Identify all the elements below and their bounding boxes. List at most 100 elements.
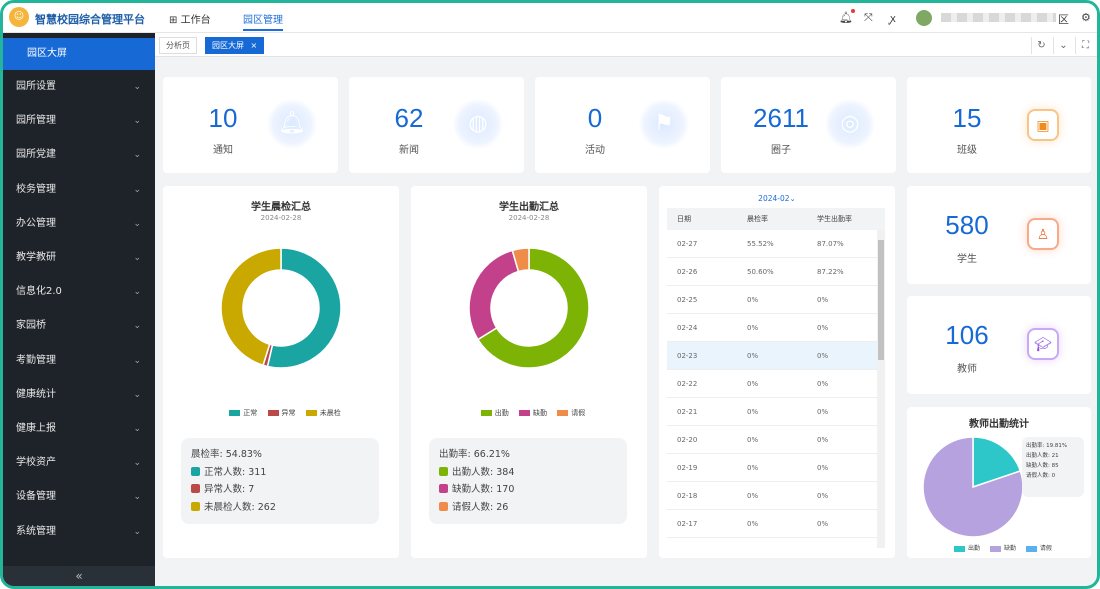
compass-icon: ◎ bbox=[825, 99, 875, 149]
grid-icon: ⊞ bbox=[169, 15, 178, 26]
notification-bell-icon[interactable]: 🔔︎ bbox=[839, 11, 853, 24]
sidebar-item[interactable]: 系统管理 ⌄ bbox=[3, 515, 155, 549]
summary-rate: 出勤率: 66.21% bbox=[439, 446, 617, 464]
stat-label: 新闻 bbox=[399, 145, 419, 156]
stat-card-student[interactable]: 580 学生 ♙ bbox=[907, 186, 1091, 284]
notification-dot bbox=[851, 9, 855, 13]
stat-card-class[interactable]: 15 班级 ▣ bbox=[907, 77, 1091, 173]
topnav-workbench[interactable]: ⊞ 工作台 bbox=[169, 11, 211, 26]
morning-check-donut-chart bbox=[220, 247, 342, 369]
avatar[interactable] bbox=[916, 10, 932, 26]
topnav-park-management[interactable]: 园区管理 bbox=[243, 11, 283, 31]
table-cell: 0% bbox=[817, 408, 829, 416]
table-cell: 0% bbox=[747, 408, 759, 416]
table-row[interactable]: 02-19 0% 0% bbox=[667, 454, 885, 482]
table-row[interactable]: 02-23 0% 0% bbox=[667, 342, 885, 370]
sidebar-item-label: 健康统计 bbox=[16, 388, 56, 400]
legend-label: 缺勤 bbox=[533, 409, 547, 417]
sidebar-item[interactable]: 校务管理 ⌄ bbox=[3, 173, 155, 207]
sidebar-item[interactable]: 教学教研 ⌄ bbox=[3, 241, 155, 275]
table-cell: 0% bbox=[747, 436, 759, 444]
table-row[interactable]: 02-27 55.52% 87.07% bbox=[667, 230, 885, 258]
sidebar-item[interactable]: 园所管理 ⌄ bbox=[3, 104, 155, 138]
sidebar-item[interactable]: 设备管理 ⌄ bbox=[3, 480, 155, 514]
chevron-down-icon: ⌄ bbox=[133, 321, 141, 332]
table-row[interactable]: 02-20 0% 0% bbox=[667, 426, 885, 454]
column-header-check-rate: 晨检率 bbox=[747, 215, 768, 223]
username-suffix: 区 bbox=[1058, 13, 1069, 26]
sidebar-item[interactable]: 健康统计 ⌄ bbox=[3, 378, 155, 412]
table-cell: 0% bbox=[747, 352, 759, 360]
sidebar-item[interactable]: 考勤管理 ⌄ bbox=[3, 344, 155, 378]
stat-card-notice[interactable]: 10 通知 🔔︎ bbox=[163, 77, 338, 173]
tab-bar: 分析页 园区大屏 × ↻ ⌄ ⛶ bbox=[155, 33, 1097, 57]
settings-gear-icon[interactable]: ⚙ bbox=[1081, 11, 1091, 24]
pie-slice-缺勤[interactable] bbox=[468, 249, 520, 341]
sidebar-item-label: 家园桥 bbox=[16, 320, 46, 332]
table-row[interactable]: 02-25 0% 0% bbox=[667, 286, 885, 314]
summary-row-label: 异常人数: bbox=[204, 484, 246, 495]
summary-row-label: 未晨检人数: bbox=[204, 501, 255, 513]
legend-label: 异常 bbox=[281, 409, 296, 417]
chevron-down-icon[interactable]: ⌄ bbox=[1053, 37, 1073, 54]
chevron-down-icon: ⌄ bbox=[133, 116, 141, 127]
table-cell: 0% bbox=[747, 492, 759, 500]
sidebar-item[interactable]: 园所党建 ⌄ bbox=[3, 138, 155, 172]
legend-swatch bbox=[480, 410, 492, 416]
sidebar-item-label: 考勤管理 bbox=[16, 354, 56, 366]
table-cell: 02-20 bbox=[677, 436, 698, 444]
stat-card-circle[interactable]: 2611 圈子 ◎ bbox=[721, 77, 896, 173]
table-row[interactable]: 02-24 0% 0% bbox=[667, 314, 885, 342]
month-picker-value: 2024-02 bbox=[758, 194, 790, 203]
collapse-sidebar-button[interactable]: « bbox=[3, 566, 155, 586]
username-masked bbox=[941, 13, 1056, 22]
scrollbar-thumb[interactable] bbox=[878, 240, 884, 360]
student-icon: ♙ bbox=[1027, 218, 1059, 250]
class-icon: ▣ bbox=[1027, 109, 1059, 141]
legend-label: 出勤 bbox=[968, 545, 981, 552]
table-cell: 02-22 bbox=[677, 380, 698, 388]
tab-close-icon[interactable]: × bbox=[251, 41, 258, 50]
table-cell: 02-19 bbox=[677, 464, 698, 472]
table-row[interactable]: 02-18 0% 0% bbox=[667, 482, 885, 510]
sidebar-item-label: 园所管理 bbox=[16, 115, 56, 127]
sidebar-item-park-screen[interactable]: 园区大屏 bbox=[3, 38, 155, 70]
legend-swatch bbox=[1025, 545, 1037, 552]
morning-check-summary: 晨检率: 54.83% 正常人数: 311 异常人数: 7 未晨检人数: 262 bbox=[181, 438, 379, 524]
table-row[interactable]: 02-26 50.60% 87.22% bbox=[667, 258, 885, 286]
stat-card-teacher[interactable]: 106 教师 🎓︎ bbox=[907, 296, 1091, 394]
legend-swatch bbox=[557, 410, 569, 416]
sidebar-item[interactable]: 学校资产 ⌄ bbox=[3, 446, 155, 480]
sidebar-item[interactable]: 信息化2.0 ⌄ bbox=[3, 275, 155, 309]
tab-analysis[interactable]: 分析页 bbox=[159, 37, 197, 54]
stat-label: 活动 bbox=[585, 145, 605, 156]
teacher-attendance-card: 教师出勤统计 出勤率: 19.81% 出勤人数: 21 缺勤人数: 85 请假人… bbox=[907, 407, 1091, 558]
sidebar-item[interactable]: 健康上报 ⌄ bbox=[3, 412, 155, 446]
table-row[interactable]: 02-21 0% 0% bbox=[667, 398, 885, 426]
flag-icon: ⚑ bbox=[639, 99, 689, 149]
summary-row-value: 384 bbox=[496, 466, 515, 478]
summary-rate-value: 66.21% bbox=[473, 449, 510, 460]
translate-icon[interactable]: ꭙ bbox=[890, 11, 896, 26]
refresh-icon[interactable]: ↻ bbox=[1031, 37, 1051, 54]
table-row[interactable]: 02-17 0% 0% bbox=[667, 510, 885, 538]
tab-park-screen[interactable]: 园区大屏 × bbox=[205, 37, 265, 54]
table-row[interactable]: 02-22 0% 0% bbox=[667, 370, 885, 398]
stat-card-news[interactable]: 62 新闻 ◍ bbox=[349, 77, 524, 173]
table-scrollbar[interactable] bbox=[877, 230, 885, 548]
sidebar-item[interactable]: 办公管理 ⌄ bbox=[3, 207, 155, 241]
fullscreen-icon[interactable]: ⤧ bbox=[864, 11, 873, 25]
summary-dot bbox=[191, 501, 200, 511]
summary-row: 异常人数: 7 bbox=[191, 481, 369, 499]
morning-check-card: 学生晨检汇总 2024-02-28 正常 异常 未晨检 晨检率: 54.83% … bbox=[163, 186, 399, 558]
table-cell: 0% bbox=[817, 324, 829, 332]
month-picker[interactable]: 2024-02⌄ bbox=[659, 194, 895, 203]
summary-dot bbox=[439, 501, 448, 511]
fullscreen-tab-icon[interactable]: ⛶ bbox=[1075, 37, 1095, 54]
sidebar-item[interactable]: 园所设置 ⌄ bbox=[3, 70, 155, 104]
daily-rate-table-card: 2024-02⌄ 日期 晨检率 学生出勤率 02-27 55.52% 87.07% 0… bbox=[659, 186, 895, 558]
table-cell: 0% bbox=[817, 296, 829, 304]
stat-card-activity[interactable]: 0 活动 ⚑ bbox=[535, 77, 710, 173]
sidebar-item-label: 办公管理 bbox=[16, 217, 56, 229]
sidebar-item[interactable]: 家园桥 ⌄ bbox=[3, 309, 155, 343]
